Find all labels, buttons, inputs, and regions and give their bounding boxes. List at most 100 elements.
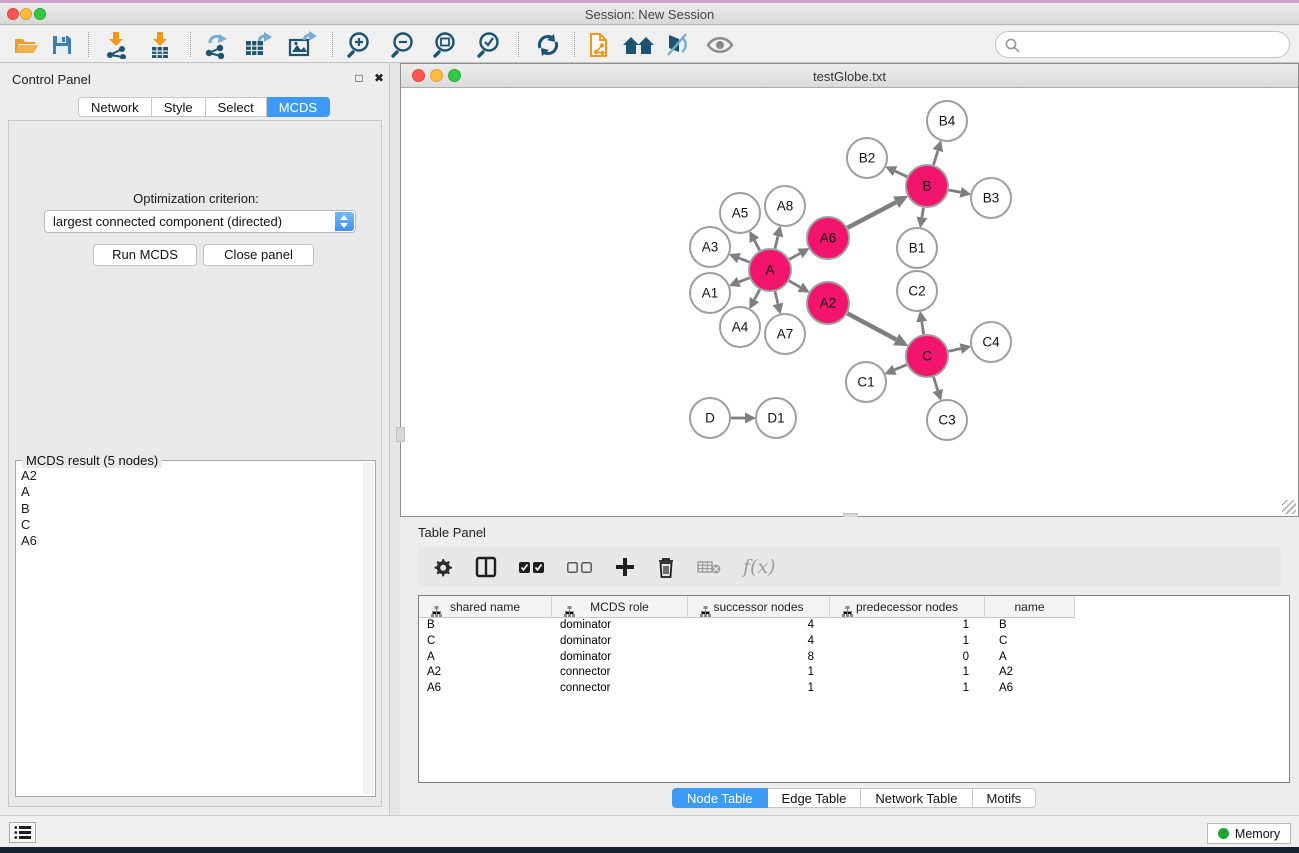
memory-button[interactable]: Memory bbox=[1207, 823, 1291, 844]
table-cell[interactable]: 1 bbox=[830, 634, 985, 650]
mcds-result-scrollbar[interactable] bbox=[363, 463, 374, 794]
deselect-all-checkboxes-icon[interactable] bbox=[567, 561, 593, 574]
zoom-fit-icon[interactable] bbox=[430, 29, 462, 60]
table-cell[interactable]: C bbox=[419, 634, 552, 650]
refresh-layout-icon[interactable] bbox=[532, 29, 564, 60]
table-cell[interactable]: connector bbox=[552, 665, 688, 681]
select-all-checkboxes-icon[interactable] bbox=[519, 561, 545, 574]
delete-table-icon[interactable] bbox=[697, 559, 721, 575]
graph-edge-A2-C[interactable] bbox=[847, 313, 896, 339]
table-cell[interactable]: 0 bbox=[830, 650, 985, 666]
tab-node-table[interactable]: Node Table bbox=[672, 788, 768, 808]
mcds-result-item[interactable]: A bbox=[21, 484, 37, 500]
table-cell[interactable]: B bbox=[419, 618, 552, 634]
table-cell[interactable]: 4 bbox=[688, 618, 830, 634]
tab-select[interactable]: Select bbox=[206, 97, 267, 117]
graph-edge-A-A4[interactable] bbox=[754, 289, 759, 299]
delete-column-icon[interactable] bbox=[657, 557, 675, 578]
function-builder-icon[interactable]: f(x) bbox=[743, 556, 776, 578]
graph-edge-A-A7[interactable] bbox=[775, 291, 778, 303]
tab-mcds[interactable]: MCDS bbox=[267, 97, 330, 117]
run-mcds-button[interactable]: Run MCDS bbox=[93, 244, 197, 266]
tab-motifs[interactable]: Motifs bbox=[973, 788, 1037, 808]
graph-edge-B-B4[interactable] bbox=[933, 151, 937, 165]
table-row[interactable]: Cdominator41C bbox=[419, 634, 1289, 650]
float-panel-icon[interactable]: □ bbox=[352, 71, 366, 85]
zoom-selected-icon[interactable] bbox=[474, 29, 506, 60]
graph-edge-A-A1[interactable] bbox=[739, 278, 750, 282]
graph-edge-A-A6[interactable] bbox=[789, 253, 800, 259]
table-cell[interactable]: A2 bbox=[419, 665, 552, 681]
table-cell[interactable]: 8 bbox=[688, 650, 830, 666]
add-column-icon[interactable] bbox=[615, 557, 635, 577]
table-cell[interactable]: dominator bbox=[552, 618, 688, 634]
table-cell[interactable]: 1 bbox=[830, 618, 985, 634]
gear-icon[interactable] bbox=[432, 557, 453, 578]
table-row[interactable]: Adominator80A bbox=[419, 650, 1289, 666]
mcds-result-item[interactable]: B bbox=[21, 501, 37, 517]
tab-network[interactable]: Network bbox=[78, 97, 152, 117]
import-table-icon[interactable] bbox=[144, 29, 176, 60]
graph-edge-A-A5[interactable] bbox=[754, 240, 759, 250]
column-header-shared-name[interactable]: shared name bbox=[419, 596, 552, 618]
table-cell[interactable]: dominator bbox=[552, 650, 688, 666]
graph-edge-A-A2[interactable] bbox=[789, 281, 800, 287]
search-input[interactable] bbox=[1024, 34, 1279, 55]
new-network-file-icon[interactable] bbox=[584, 29, 616, 60]
column-header-predecessor-nodes[interactable]: predecessor nodes bbox=[830, 596, 985, 618]
export-image-icon[interactable] bbox=[286, 29, 318, 60]
column-header-successor-nodes[interactable]: successor nodes bbox=[688, 596, 830, 618]
graph-edge-C-C2[interactable] bbox=[922, 322, 924, 335]
table-cell[interactable]: C bbox=[985, 634, 1075, 650]
table-row[interactable]: A2connector11A2 bbox=[419, 665, 1289, 681]
table-row[interactable]: A6connector11A6 bbox=[419, 681, 1289, 697]
table-cell[interactable]: 1 bbox=[688, 681, 830, 697]
mcds-result-item[interactable]: C bbox=[21, 517, 37, 533]
table-cell[interactable]: dominator bbox=[552, 634, 688, 650]
column-header-name[interactable]: name bbox=[985, 596, 1075, 618]
graph-edge-C-C4[interactable] bbox=[948, 349, 960, 352]
close-panel-icon[interactable]: ✖ bbox=[372, 71, 386, 85]
table-cell[interactable]: 1 bbox=[830, 665, 985, 681]
graph-edge-B-B1[interactable] bbox=[922, 208, 924, 218]
task-history-button[interactable] bbox=[9, 822, 36, 843]
graph-edge-B-B2[interactable] bbox=[895, 171, 907, 177]
zoom-out-icon[interactable] bbox=[388, 29, 420, 60]
export-table-icon[interactable] bbox=[242, 29, 274, 60]
open-folder-icon[interactable] bbox=[10, 29, 42, 60]
graph-edge-A-A8[interactable] bbox=[775, 236, 778, 248]
resize-grip-icon[interactable] bbox=[1282, 500, 1296, 514]
mcds-result-item[interactable]: A6 bbox=[21, 533, 37, 549]
home-icon[interactable] bbox=[620, 29, 658, 60]
eye-icon[interactable] bbox=[704, 29, 736, 60]
graph-edge-C-C3[interactable] bbox=[934, 377, 938, 390]
tab-edge-table[interactable]: Edge Table bbox=[768, 788, 862, 808]
table-row[interactable]: Bdominator41B bbox=[419, 618, 1289, 634]
horizontal-splitter-handle[interactable] bbox=[396, 427, 405, 442]
table-cell[interactable]: A bbox=[419, 650, 552, 666]
save-icon[interactable] bbox=[46, 29, 78, 60]
table-cell[interactable]: B bbox=[985, 618, 1075, 634]
table-cell[interactable]: A2 bbox=[985, 665, 1075, 681]
table-cell[interactable]: A6 bbox=[985, 681, 1075, 697]
zoom-in-icon[interactable] bbox=[344, 29, 376, 60]
graph-edge-A-A3[interactable] bbox=[739, 258, 750, 262]
table-cell[interactable]: A6 bbox=[419, 681, 552, 697]
criterion-dropdown[interactable]: largest connected component (directed) bbox=[44, 210, 356, 233]
table-cell[interactable]: A bbox=[985, 650, 1075, 666]
mcds-result-item[interactable]: A2 bbox=[21, 468, 37, 484]
table-cell[interactable]: 4 bbox=[688, 634, 830, 650]
graph-edge-C-C1[interactable] bbox=[895, 365, 907, 370]
table-cell[interactable]: 1 bbox=[688, 665, 830, 681]
graph-edge-B-B3[interactable] bbox=[949, 190, 961, 192]
column-header-MCDS-role[interactable]: MCDS role bbox=[552, 596, 688, 618]
hide-labels-icon[interactable] bbox=[662, 29, 694, 60]
export-network-icon[interactable] bbox=[200, 29, 232, 60]
table-cell[interactable]: connector bbox=[552, 681, 688, 697]
split-table-icon[interactable] bbox=[475, 556, 497, 578]
table-cell[interactable]: 1 bbox=[830, 681, 985, 697]
graph-edge-A6-B[interactable] bbox=[847, 202, 896, 227]
import-network-icon[interactable] bbox=[100, 29, 132, 60]
tab-network-table[interactable]: Network Table bbox=[861, 788, 972, 808]
close-panel-button[interactable]: Close panel bbox=[203, 244, 314, 266]
